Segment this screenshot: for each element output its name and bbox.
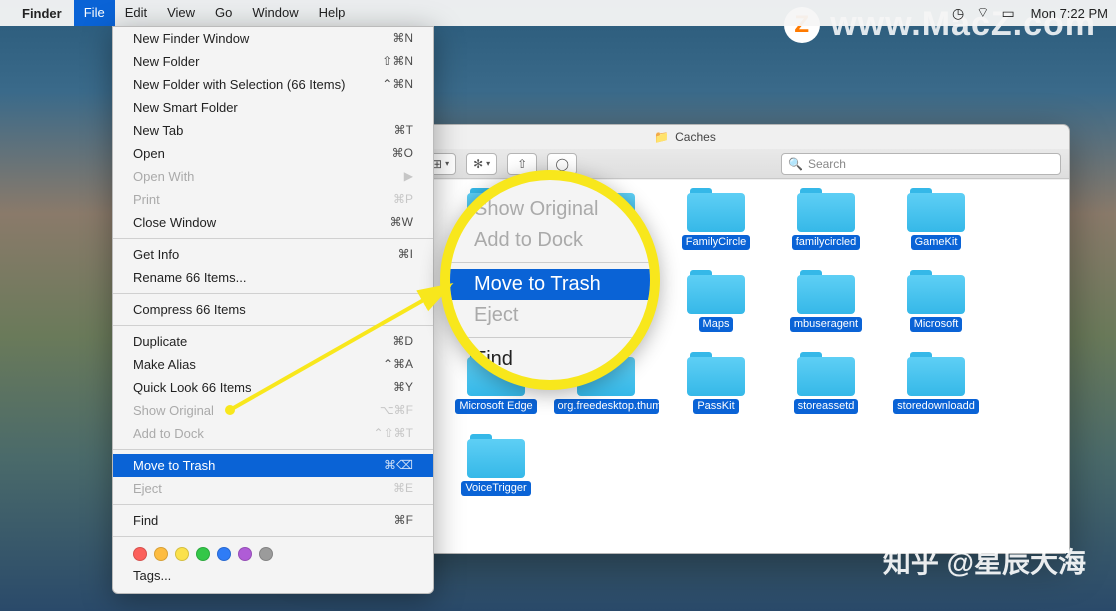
folder-label: Microsoft Edge xyxy=(455,399,536,414)
menu-item[interactable]: Move to Trash⌘⌫ xyxy=(113,454,433,477)
folder-icon xyxy=(797,352,855,396)
folder-item[interactable]: mbuseragent xyxy=(771,270,881,332)
zoom-menu-item: Eject xyxy=(450,300,650,331)
folder-icon xyxy=(797,188,855,232)
menu-item[interactable]: New Finder Window⌘N xyxy=(113,27,433,50)
folder-label: mbuseragent xyxy=(790,317,862,332)
tag-color-icon[interactable] xyxy=(259,547,273,561)
menu-separator xyxy=(113,238,433,239)
menu-item: Add to Dock⌃⇧⌘T xyxy=(113,422,433,445)
folder-icon xyxy=(687,188,745,232)
folder-label: storeassetd xyxy=(794,399,859,414)
menu-item[interactable]: New Tab⌘T xyxy=(113,119,433,142)
zoom-menu-item: Find xyxy=(450,344,650,375)
menu-item[interactable]: Make Alias⌃⌘A xyxy=(113,353,433,376)
folder-item[interactable]: VoiceTrigger xyxy=(441,434,551,496)
zoom-menu-item: Show Original xyxy=(450,194,650,225)
folder-label: GameKit xyxy=(911,235,962,250)
menu-item[interactable]: Compress 66 Items xyxy=(113,298,433,321)
folder-label: Maps xyxy=(699,317,734,332)
folder-label: familycircled xyxy=(792,235,861,250)
search-icon: 🔍 xyxy=(788,157,803,171)
clock[interactable]: Mon 7:22 PM xyxy=(1031,6,1108,21)
menu-item[interactable]: Close Window⌘W xyxy=(113,211,433,234)
menu-tag-row xyxy=(113,541,433,564)
zoom-menu-item: Move to Trash xyxy=(450,269,650,300)
tag-color-icon[interactable] xyxy=(196,547,210,561)
menu-item[interactable]: Open⌘O xyxy=(113,142,433,165)
tag-color-icon[interactable] xyxy=(238,547,252,561)
action-button[interactable]: ✻ ▾ xyxy=(466,153,497,175)
window-title: Caches xyxy=(675,130,716,144)
zoom-menu-item: Add to Dock xyxy=(450,225,650,256)
folder-item[interactable]: PassKit xyxy=(661,352,771,414)
menu-item[interactable]: Get Info⌘I xyxy=(113,243,433,266)
menu-edit[interactable]: Edit xyxy=(115,0,157,26)
menu-window[interactable]: Window xyxy=(242,0,308,26)
folder-item[interactable]: Microsoft xyxy=(881,270,991,332)
tag-color-icon[interactable] xyxy=(154,547,168,561)
file-menu-dropdown: New Finder Window⌘NNew Folder⇧⌘NNew Fold… xyxy=(112,26,434,594)
folder-icon xyxy=(907,270,965,314)
folder-item[interactable]: GameKit xyxy=(881,188,991,250)
tag-color-icon[interactable] xyxy=(133,547,147,561)
menu-item[interactable]: New Smart Folder xyxy=(113,96,433,119)
menu-item[interactable]: Find⌘F xyxy=(113,509,433,532)
folder-item[interactable]: storeassetd xyxy=(771,352,881,414)
menu-item[interactable]: Quick Look 66 Items⌘Y xyxy=(113,376,433,399)
menu-go[interactable]: Go xyxy=(205,0,242,26)
menu-separator xyxy=(113,449,433,450)
folder-label: storedownloadd xyxy=(893,399,979,414)
folder-label: Microsoft xyxy=(910,317,963,332)
folder-label: FamilyCircle xyxy=(682,235,751,250)
folder-icon xyxy=(687,270,745,314)
tag-color-icon[interactable] xyxy=(217,547,231,561)
folder-item[interactable]: storedownloadd xyxy=(881,352,991,414)
menu-separator xyxy=(113,504,433,505)
credit-text: 知乎 @星辰大海 xyxy=(883,541,1086,581)
folder-icon xyxy=(467,434,525,478)
menu-view[interactable]: View xyxy=(157,0,205,26)
folder-item[interactable]: FamilyCircle xyxy=(661,188,771,250)
battery-icon[interactable]: ▭ xyxy=(1001,5,1014,22)
menu-item: Open With▶ xyxy=(113,165,433,188)
menu-separator xyxy=(113,325,433,326)
menu-file[interactable]: File xyxy=(74,0,115,26)
menubar: Finder File Edit View Go Window Help ◷ ⌔… xyxy=(0,0,1116,26)
menu-item[interactable]: Duplicate⌘D xyxy=(113,330,433,353)
folder-label: VoiceTrigger xyxy=(461,481,530,496)
zoom-callout: Show OriginalAdd to Dock Move to TrashEje… xyxy=(440,170,660,390)
menu-item-tags[interactable]: Tags... xyxy=(113,564,433,587)
folder-icon xyxy=(907,188,965,232)
menu-item[interactable]: New Folder⇧⌘N xyxy=(113,50,433,73)
folder-item[interactable]: familycircled xyxy=(771,188,881,250)
menu-separator xyxy=(113,293,433,294)
folder-item[interactable]: Maps xyxy=(661,270,771,332)
folder-label: PassKit xyxy=(693,399,738,414)
tag-color-icon[interactable] xyxy=(175,547,189,561)
wifi-icon[interactable]: ⌔ xyxy=(976,4,989,22)
timemachine-icon[interactable]: ◷ xyxy=(952,5,964,22)
search-placeholder: Search xyxy=(808,157,846,171)
folder-icon: 📁 xyxy=(654,130,669,144)
folder-icon xyxy=(797,270,855,314)
folder-icon xyxy=(907,352,965,396)
menu-item: Eject⌘E xyxy=(113,477,433,500)
folder-label: org.freedesktop.thumbnails xyxy=(554,399,659,414)
menu-item[interactable]: Rename 66 Items... xyxy=(113,266,433,289)
menu-item: Print⌘P xyxy=(113,188,433,211)
folder-icon xyxy=(687,352,745,396)
menu-item[interactable]: New Folder with Selection (66 Items)⌃⌘N xyxy=(113,73,433,96)
search-input[interactable]: 🔍 Search xyxy=(781,153,1061,175)
menu-help[interactable]: Help xyxy=(309,0,356,26)
app-name[interactable]: Finder xyxy=(22,6,62,21)
menu-item: Show Original⌥⌘F xyxy=(113,399,433,422)
